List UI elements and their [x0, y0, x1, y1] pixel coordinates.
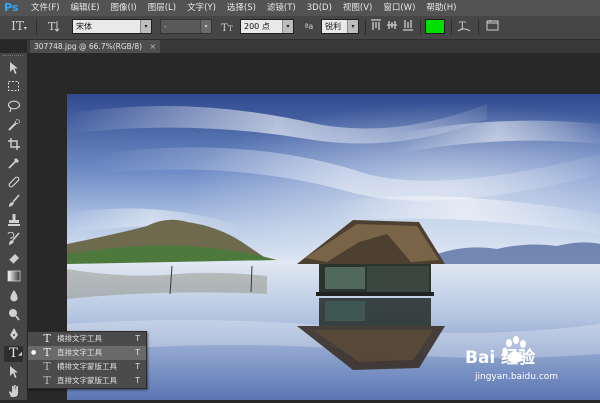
watermark-text: Bai 经验: [465, 348, 536, 368]
panel-grip[interactable]: [3, 55, 23, 59]
pen-icon[interactable]: [4, 327, 23, 343]
type-tool-flyout-menu: T 横排文字工具 T ● T 直排文字工具 T T 横排文字蒙版工具 T T 直…: [27, 331, 147, 389]
menu-help[interactable]: 帮助(H): [426, 0, 456, 16]
document-tab[interactable]: 307748.jpg @ 66.7%(RGB/8) ×: [30, 40, 161, 53]
separator: [478, 19, 479, 35]
marquee-icon[interactable]: [4, 80, 23, 96]
font-style-value: -: [164, 22, 167, 31]
document-title: 307748.jpg @ 66.7%(RGB/8): [34, 42, 143, 51]
text-color-swatch[interactable]: [425, 19, 445, 34]
menu-3d[interactable]: 3D(D): [307, 0, 332, 16]
svg-text:T: T: [48, 20, 56, 33]
menu-image[interactable]: 图像(I): [111, 0, 137, 16]
vertical-type-icon: T: [43, 346, 51, 359]
baidu-jingyan-watermark: Bai 经验 jingyan.baidu.com: [465, 333, 595, 385]
blur-icon[interactable]: [4, 289, 23, 305]
document-tab-bar: 307748.jpg @ 66.7%(RGB/8) ×: [27, 40, 600, 53]
chevron-down-icon: ▾: [140, 20, 151, 33]
menu-bar: Ps 文件(F) 编辑(E) 图像(I) 图层(L) 文字(Y) 选择(S) 滤…: [0, 0, 600, 16]
svg-text:T: T: [221, 23, 228, 33]
horizontal-type-mask-icon: T: [43, 360, 51, 373]
eraser-icon[interactable]: [4, 251, 23, 267]
flyout-item-shortcut: T: [135, 362, 140, 371]
separator: [36, 19, 37, 35]
gradient-icon[interactable]: [4, 270, 23, 286]
quick-select-icon[interactable]: [4, 118, 23, 134]
flyout-item-label: 直排文字工具: [57, 348, 102, 357]
flyout-item-vertical-type[interactable]: ● T 直排文字工具 T: [28, 346, 146, 360]
history-brush-icon[interactable]: [4, 231, 23, 248]
menu-file[interactable]: 文件(F): [31, 0, 60, 16]
close-icon[interactable]: ×: [149, 40, 156, 53]
anti-alias-value: 锐利: [325, 22, 341, 31]
tools-panel: T ◢: [0, 53, 28, 400]
horizontal-type-icon: T: [43, 332, 51, 345]
flyout-item-shortcut: T: [135, 348, 140, 357]
vertical-type-mask-icon: T: [43, 374, 51, 387]
font-size-select[interactable]: 200 点 ▾: [240, 19, 294, 34]
flyout-item-shortcut: T: [135, 376, 140, 385]
flyout-item-label: 横排文字工具: [57, 334, 102, 343]
flyout-item-horizontal-type[interactable]: T 横排文字工具 T: [28, 332, 146, 346]
warp-text-icon[interactable]: T: [456, 19, 472, 34]
menu-filter[interactable]: 滤镜(T): [267, 0, 296, 16]
hand-icon[interactable]: [4, 384, 23, 400]
anti-alias-icon: ªa: [304, 22, 314, 31]
watermark-url: jingyan.baidu.com: [475, 372, 559, 382]
type-icon[interactable]: T ◢: [4, 346, 23, 362]
svg-text:T: T: [228, 25, 233, 33]
menu-type[interactable]: 文字(Y): [187, 0, 216, 16]
font-size-icon: TT: [219, 19, 237, 34]
align-bottom-icon[interactable]: [401, 19, 415, 34]
lasso-icon[interactable]: [4, 99, 23, 115]
menu-layer[interactable]: 图层(L): [148, 0, 176, 16]
menu-edit[interactable]: 编辑(E): [71, 0, 100, 16]
photoshop-logo: Ps: [4, 1, 19, 14]
healing-icon[interactable]: [4, 175, 23, 191]
menu-view[interactable]: 视图(V): [343, 0, 372, 16]
flyout-item-horizontal-type-mask[interactable]: T 横排文字蒙版工具 T: [28, 360, 146, 374]
type-tool-icon: IT: [11, 19, 24, 33]
align-center-icon[interactable]: [385, 19, 399, 34]
selected-bullet-icon: ●: [31, 349, 37, 356]
flyout-item-label: 直排文字蒙版工具: [57, 376, 117, 385]
font-family-select[interactable]: 宋体 ▾: [72, 19, 152, 34]
move-icon[interactable]: [4, 61, 23, 77]
crop-icon[interactable]: [4, 137, 23, 153]
flyout-item-label: 横排文字蒙版工具: [57, 362, 117, 371]
dodge-icon[interactable]: [4, 308, 23, 324]
eyedropper-icon[interactable]: [4, 156, 23, 172]
font-size-value: 200 点: [244, 22, 270, 31]
character-panel-icon[interactable]: [484, 19, 500, 34]
font-style-select[interactable]: - ▾: [160, 19, 212, 34]
separator: [365, 19, 366, 35]
separator: [420, 19, 421, 35]
stamp-icon[interactable]: [4, 213, 23, 229]
brush-icon[interactable]: [4, 194, 23, 210]
options-bar: IT▾ T 宋体 ▾ - ▾ TT 200 点 ▾ ªa 锐利 ▾ T: [0, 16, 600, 40]
separator: [451, 19, 452, 35]
anti-alias-select[interactable]: 锐利 ▾: [321, 19, 359, 34]
chevron-down-icon: ▾: [347, 20, 358, 33]
path-select-icon[interactable]: [4, 365, 23, 381]
menu-select[interactable]: 选择(S): [227, 0, 256, 16]
flyout-item-vertical-type-mask[interactable]: T 直排文字蒙版工具 T: [28, 374, 146, 388]
font-family-value: 宋体: [76, 22, 92, 31]
menu-items: 文件(F) 编辑(E) 图像(I) 图层(L) 文字(Y) 选择(S) 滤镜(T…: [31, 0, 467, 16]
align-top-icon[interactable]: [369, 19, 383, 34]
chevron-down-icon: ▾: [282, 20, 293, 33]
flyout-item-shortcut: T: [135, 334, 140, 343]
chevron-down-icon: ▾: [200, 20, 211, 33]
toggle-orientation-icon[interactable]: T: [44, 19, 64, 34]
tool-preset-picker[interactable]: IT▾: [8, 19, 30, 34]
menu-window[interactable]: 窗口(W): [383, 0, 415, 16]
